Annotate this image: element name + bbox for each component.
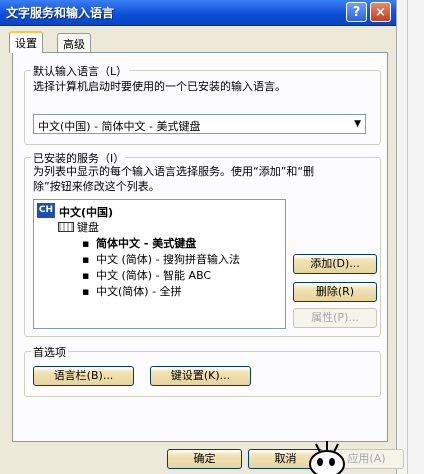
- background-window-edge: [396, 0, 424, 474]
- remove-button[interactable]: 删除(R): [293, 282, 377, 302]
- bullet-icon: ▪: [82, 237, 90, 250]
- bullet-icon: ▪: [82, 285, 90, 298]
- default-language-select[interactable]: 中文(中国) - 简体中文 - 美式键盘 ▼: [33, 114, 366, 134]
- help-button[interactable]: ?: [346, 2, 367, 22]
- preferences-label: 首选项: [31, 344, 68, 360]
- window-title: 文字服务和输入语言: [6, 6, 115, 20]
- keyboard-icon: [58, 222, 74, 232]
- tree-service-item[interactable]: ▪ 简体中文 - 美式键盘: [82, 235, 196, 251]
- installed-services-tree[interactable]: CH 中文(中国) 键盘 ▪ 简体中文 - 美式键盘 ▪ 中文 (简体) - 搜狗拼…: [33, 199, 286, 329]
- default-language-description: 选择计算机启动时要使用的一个已安装的输入语言。: [33, 80, 286, 93]
- mascot-cursor-icon: [309, 441, 345, 474]
- close-button[interactable]: ×: [370, 2, 391, 22]
- tab-settings[interactable]: 设置: [9, 31, 43, 53]
- properties-button[interactable]: 属性(P)...: [293, 308, 377, 328]
- key-settings-button[interactable]: 键设置(K)...: [150, 366, 251, 386]
- installed-services-description-1: 为列表中显示的每个输入语言选择服务。使用“添加”和“删: [33, 165, 315, 178]
- add-button[interactable]: 添加(D)...: [293, 254, 377, 274]
- tree-service-item[interactable]: ▪ 中文 (简体) - 智能 ABC: [82, 267, 211, 283]
- default-language-value: 中文(中国) - 简体中文 - 美式键盘: [38, 120, 201, 133]
- ok-button[interactable]: 确定: [167, 449, 242, 469]
- tree-keyboard-node[interactable]: 键盘: [77, 219, 99, 235]
- installed-services-description-2: 除”按钮来修改这个列表。: [33, 180, 160, 193]
- language-bar-button[interactable]: 语言栏(B)...: [33, 366, 134, 386]
- language-ch-icon: CH: [37, 203, 55, 218]
- bullet-icon: ▪: [82, 253, 90, 266]
- tab-advanced[interactable]: 高级: [57, 33, 91, 52]
- title-bar: 文字服务和输入语言 ? ×: [0, 0, 424, 26]
- default-language-label: 默认输入语言（L）: [31, 63, 130, 79]
- tree-service-item[interactable]: ▪ 中文 (简体) - 搜狗拼音输入法: [82, 251, 240, 267]
- bullet-icon: ▪: [82, 269, 90, 282]
- tree-service-item[interactable]: ▪ 中文(简体) - 全拼: [82, 283, 182, 299]
- chevron-down-icon[interactable]: ▼: [354, 119, 361, 129]
- tree-language-node[interactable]: 中文(中国): [59, 204, 113, 220]
